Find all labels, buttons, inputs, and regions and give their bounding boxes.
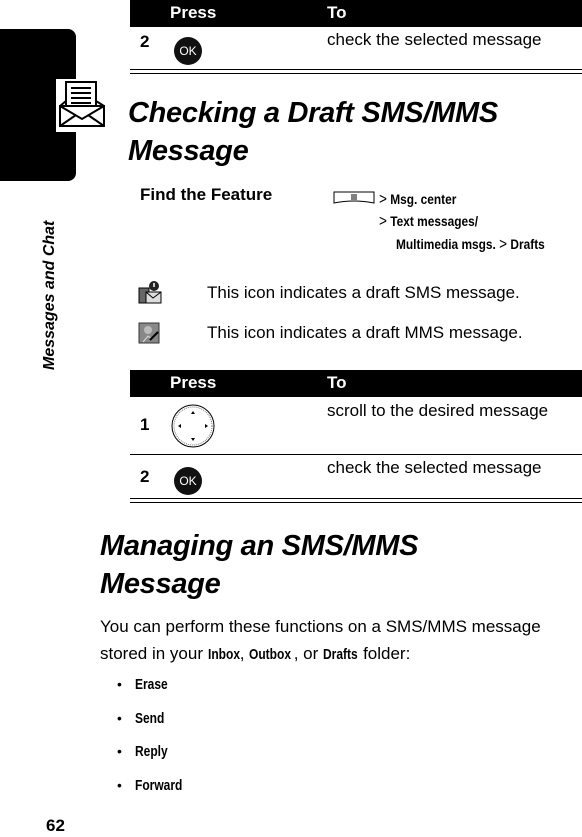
title-line: Message [128, 135, 249, 167]
step-number: 2 [140, 32, 150, 51]
section-title-managing-message: Managing an SMS/MMS Message [100, 527, 418, 603]
path-drafts: Drafts [510, 236, 545, 252]
ok-button-icon: OK [174, 467, 202, 495]
body-text: folder: [358, 644, 411, 663]
table-end-rule [130, 70, 582, 74]
continued-key-table: Press To 2 OK check the selected message [130, 0, 582, 74]
bullet: • [117, 743, 122, 759]
title-line: Managing an SMS/MMS [100, 530, 419, 562]
function-forward: Forward [135, 776, 183, 794]
path-multimedia-msgs: Multimedia msgs. [396, 236, 496, 252]
step-action: scroll to the desired message [327, 401, 549, 420]
feature-path-step: Multimedia msgs. > Drafts [396, 236, 545, 254]
bullet: • [117, 709, 122, 726]
folder-drafts: Drafts [322, 646, 358, 663]
function-erase: Erase [135, 676, 168, 693]
table-header: Press To [130, 0, 582, 27]
title-line: Checking a Draft SMS/MMS [128, 97, 498, 129]
step-number: 2 [140, 467, 150, 486]
draft-mms-icon [138, 322, 160, 344]
step-action: check the selected message [327, 30, 542, 49]
path-separator: > [499, 236, 508, 253]
header-to: To [327, 3, 347, 22]
key-press-table: Press To 1 scroll to the desired message… [130, 370, 582, 503]
navigation-key-icon [171, 404, 215, 448]
menu-key-icon [333, 191, 375, 205]
path-text-messages: Text messages/ [390, 213, 479, 229]
step-action: check the selected message [327, 458, 542, 477]
chapter-label: Messages and Chat [41, 220, 58, 370]
header-press: Press [170, 373, 217, 392]
feature-path-step: > Text messages/ [379, 213, 478, 231]
step-number: 1 [140, 415, 150, 434]
table-row: 2 OK check the selected message [130, 27, 582, 70]
path-separator: > [379, 213, 387, 230]
envelope-letter-icon [56, 79, 111, 132]
folder-outbox: Outbox [249, 646, 292, 663]
body-text: , [239, 644, 250, 663]
bullet: • [117, 676, 122, 692]
section-title-checking-draft: Checking a Draft SMS/MMS Message [128, 94, 498, 170]
draft-sms-description: This icon indicates a draft SMS message. [207, 283, 520, 302]
bullet: • [117, 776, 122, 793]
table-end-rule [130, 499, 582, 503]
function-reply: Reply [135, 743, 168, 760]
function-send: Send [135, 709, 165, 727]
table-header: Press To [130, 370, 582, 397]
path-separator: > [379, 191, 387, 208]
page-number: 62 [46, 816, 65, 835]
body-text: , or [293, 644, 323, 663]
title-line: Message [100, 568, 221, 600]
draft-sms-icon [138, 281, 162, 304]
section-body-text: You can perform these functions on a SMS… [100, 613, 582, 668]
path-msg-center: Msg. center [390, 191, 457, 207]
find-feature-label: Find the Feature [140, 185, 273, 204]
table-row: 2 OK check the selected message [130, 455, 582, 499]
folder-inbox: Inbox [207, 646, 240, 663]
ok-button-icon: OK [174, 37, 202, 65]
feature-path-step: > Msg. center [379, 191, 456, 209]
header-press: Press [170, 3, 217, 22]
table-row: 1 scroll to the desired message [130, 397, 582, 455]
header-to: To [327, 373, 347, 392]
draft-mms-description: This icon indicates a draft MMS message. [207, 323, 523, 342]
